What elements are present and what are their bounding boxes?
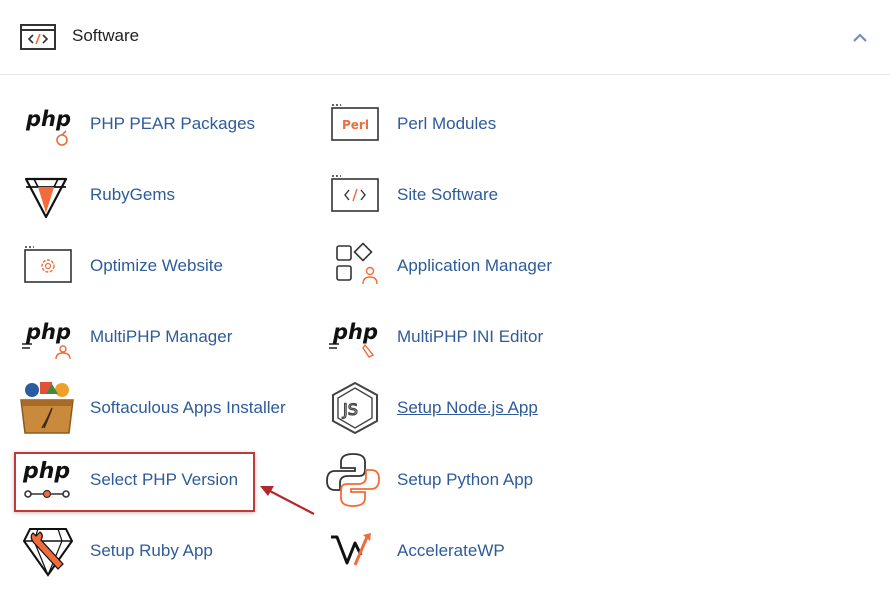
app-grid-icon [336, 242, 378, 285]
php-pear-icon: php [25, 107, 71, 146]
item-label: Perl Modules [397, 114, 497, 133]
acceleratewp-link[interactable]: AccelerateWP [327, 525, 527, 577]
rubygems-link[interactable]: RubyGems [20, 169, 220, 221]
acceleratewp-logo-icon [331, 533, 371, 566]
ruby-wrench-icon [22, 528, 74, 577]
software-section-header[interactable]: Software [0, 0, 890, 75]
setup-python-app-link[interactable]: Setup Python App [326, 453, 557, 507]
select-php-version-link[interactable]: php Select PHP Version [20, 454, 250, 506]
php-editor-icon: php [329, 320, 378, 358]
item-label: Optimize Website [90, 256, 223, 275]
site-software-link[interactable]: Site Software [327, 169, 527, 221]
item-label: Setup Python App [397, 470, 534, 489]
php-slider-icon: php [22, 459, 70, 499]
item-label: MultiPHP INI Editor [397, 327, 544, 346]
php-wordmark: php [25, 107, 71, 131]
php-user-icon: php [22, 320, 71, 360]
item-label: RubyGems [90, 185, 176, 204]
item-label: Site Software [397, 185, 499, 204]
optimize-website-link[interactable]: Optimize Website [20, 240, 240, 292]
php-pear-packages-link[interactable]: php PHP PEAR Packages [20, 98, 280, 150]
js-wordmark: JS [342, 400, 358, 419]
multiphp-ini-editor-link[interactable]: php MultiPHP INI Editor [327, 311, 557, 363]
chevron-up-icon[interactable] [849, 27, 871, 49]
setup-nodejs-app-link[interactable]: JS Setup Node.js App [327, 381, 557, 435]
item-label: PHP PEAR Packages [90, 114, 256, 133]
ruby-gem-icon [24, 177, 68, 219]
item-label: Setup Node.js App [397, 398, 538, 417]
item-label: AccelerateWP [397, 541, 505, 560]
item-label: MultiPHP Manager [90, 327, 233, 346]
multiphp-manager-link[interactable]: php MultiPHP Manager [20, 311, 250, 363]
code-window-icon [20, 24, 56, 50]
perl-badge: Perl [342, 118, 369, 132]
nodejs-hex-icon: JS [332, 381, 378, 435]
item-label: Softaculous Apps Installer [90, 398, 286, 417]
python-logo-icon [326, 453, 380, 507]
softaculous-apps-installer-link[interactable]: Softaculous Apps Installer [20, 382, 305, 434]
item-label: Setup Ruby App [90, 541, 213, 560]
annotation-arrow [260, 486, 315, 515]
perl-modules-link[interactable]: Perl Perl Modules [327, 98, 527, 150]
item-label: Application Manager [397, 256, 552, 275]
softaculous-box-icon [20, 382, 74, 434]
php-wordmark: php [25, 320, 71, 344]
perl-icon: Perl [331, 104, 379, 141]
application-manager-link[interactable]: Application Manager [327, 240, 577, 292]
item-label: Select PHP Version [90, 470, 239, 489]
php-wordmark: php [332, 320, 378, 344]
gear-window-icon [24, 246, 72, 283]
section-title: Software [72, 26, 140, 45]
code-window-icon [331, 175, 379, 212]
php-wordmark: php [22, 459, 70, 484]
setup-ruby-app-link[interactable]: Setup Ruby App [20, 525, 250, 577]
